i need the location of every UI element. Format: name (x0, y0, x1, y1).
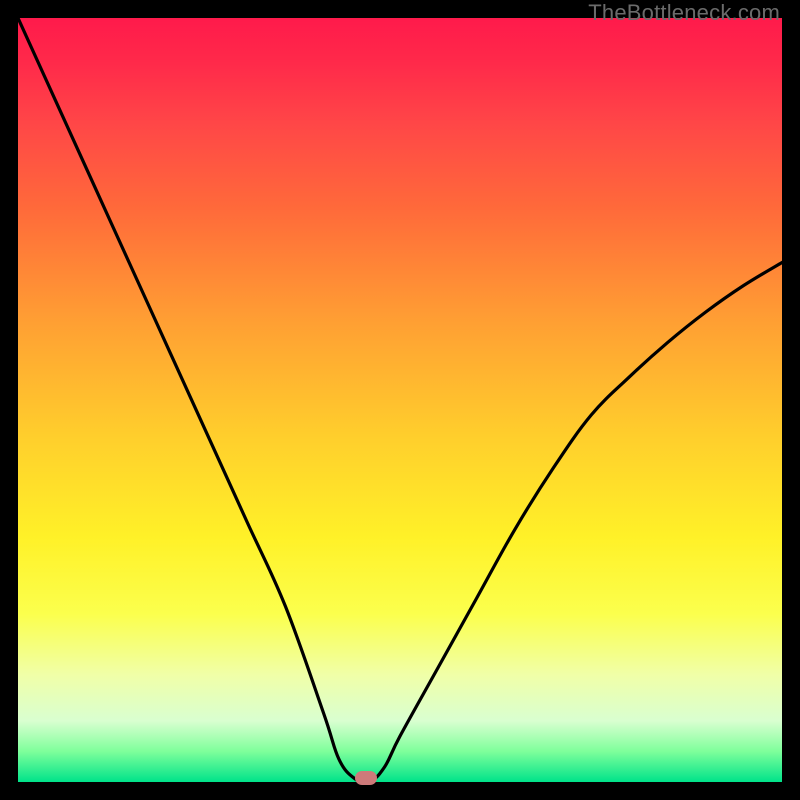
bottleneck-curve (18, 18, 782, 782)
plot-area (18, 18, 782, 782)
curve-path (18, 18, 782, 782)
minimum-marker (355, 771, 377, 785)
chart-container: TheBottleneck.com (0, 0, 800, 800)
